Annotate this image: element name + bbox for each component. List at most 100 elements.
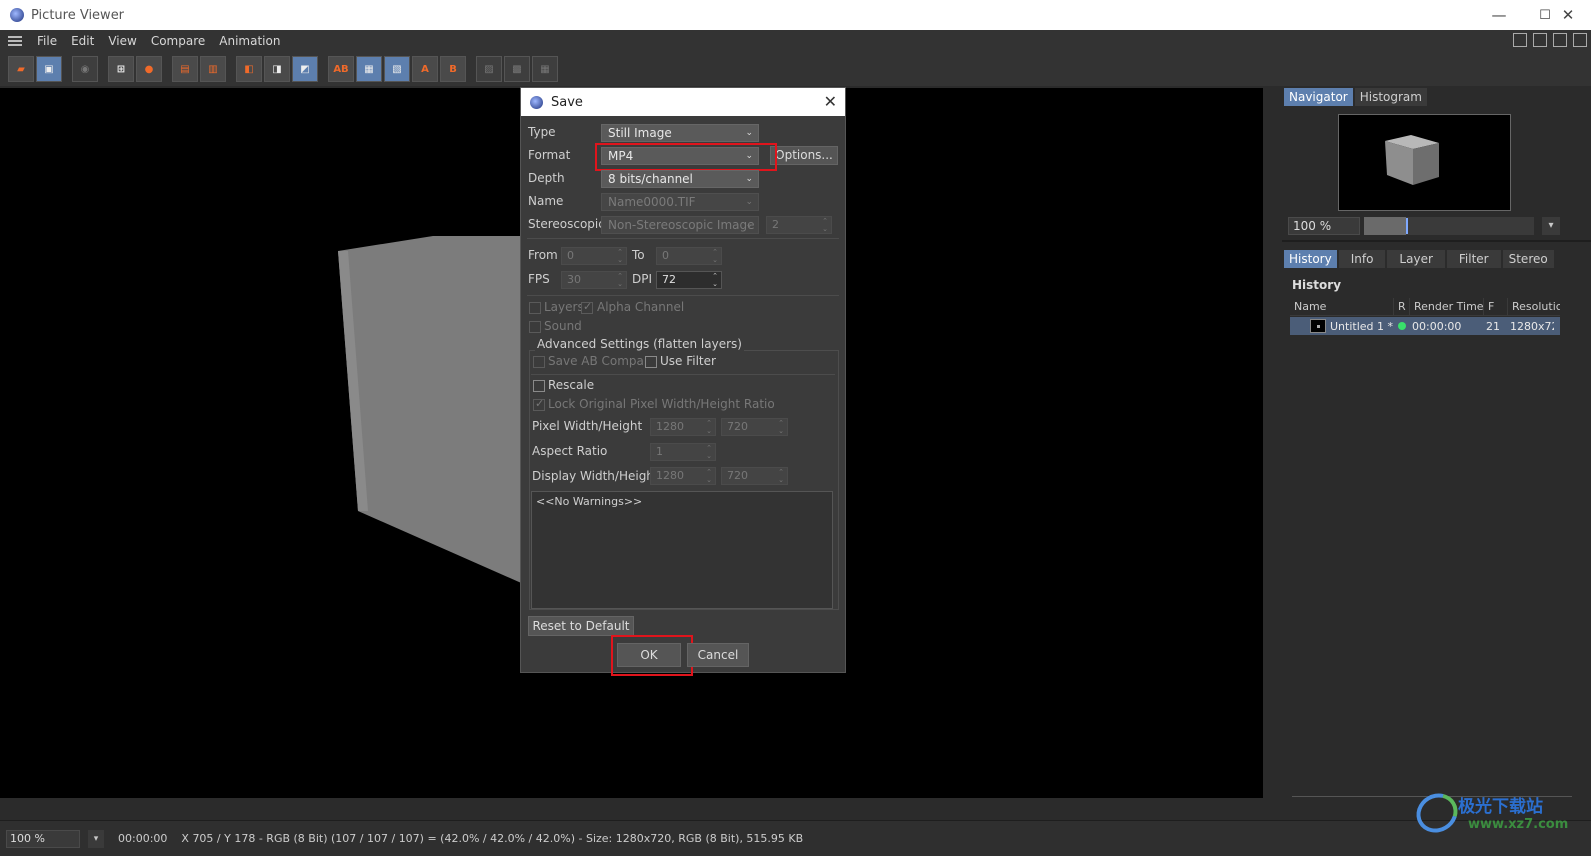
stepper-arrows-icon: ⌃ ⌄: [706, 419, 712, 435]
navigator-zoom-slider[interactable]: [1364, 217, 1534, 235]
grid-icon[interactable]: ▦: [532, 56, 558, 82]
name-value: Name0000.TIF: [608, 195, 696, 209]
alpha-channel-label: Alpha Channel: [597, 300, 685, 314]
pixel-width-value: 1280: [656, 420, 684, 433]
to-stepper[interactable]: 0 ⌃ ⌄: [656, 247, 722, 265]
display-width-stepper[interactable]: 1280 ⌃ ⌄: [650, 467, 716, 485]
cancel-button[interactable]: Cancel: [687, 643, 749, 667]
alpha-channel-checkbox[interactable]: [581, 300, 593, 314]
open-folder-icon[interactable]: ▰: [8, 56, 34, 82]
dialog-close-button[interactable]: ✕: [824, 92, 837, 111]
menu-animation[interactable]: Animation: [212, 34, 287, 48]
depth-select[interactable]: 8 bits/channel ⌄: [601, 170, 759, 188]
rescale-checkbox[interactable]: [533, 380, 545, 392]
stereoscopic-label: Stereoscopic: [528, 217, 605, 231]
save-icon[interactable]: ▣: [36, 56, 62, 82]
watermark-logo-icon: [1409, 786, 1465, 840]
reset-to-default-button[interactable]: Reset to Default: [528, 616, 634, 636]
menu-view[interactable]: View: [101, 34, 143, 48]
user-render-icon[interactable]: ●: [136, 56, 162, 82]
tab-history[interactable]: History: [1284, 250, 1337, 268]
type-label: Type: [528, 125, 556, 139]
table-row[interactable]: Untitled 1 * 00:00:00 21 1280x72: [1290, 317, 1560, 335]
tab-navigator[interactable]: Navigator: [1284, 88, 1353, 106]
display-height-stepper[interactable]: 720 ⌃ ⌄: [721, 467, 788, 485]
navigator-tabs: Navigator Histogram: [1284, 88, 1429, 106]
tab-filter[interactable]: Filter: [1446, 250, 1501, 268]
view-b-icon[interactable]: ◨: [264, 56, 290, 82]
expand-icon[interactable]: [1533, 33, 1547, 47]
stepper-arrows-icon: ⌃ ⌄: [822, 217, 828, 233]
menu-compare[interactable]: Compare: [144, 34, 212, 48]
chevron-down-icon[interactable]: ▾: [88, 829, 104, 848]
name-field[interactable]: Name0000.TIF ⌄: [601, 193, 759, 211]
fps-stepper[interactable]: 30 ⌃ ⌄: [561, 271, 627, 289]
paste-frame-icon[interactable]: ▥: [200, 56, 226, 82]
layers-checkbox[interactable]: [529, 302, 541, 314]
set-a-icon[interactable]: A: [412, 56, 438, 82]
dpi-stepper[interactable]: 72 ⌃ ⌄: [656, 271, 722, 289]
view-a-icon[interactable]: ◧: [236, 56, 262, 82]
ab-compare-icon[interactable]: AB: [328, 56, 354, 82]
display-width-value: 1280: [656, 469, 684, 482]
warnings-box: <<No Warnings>>: [531, 491, 833, 609]
col-name[interactable]: Name: [1290, 298, 1394, 315]
navigator-preview[interactable]: [1338, 114, 1511, 211]
split-b-icon[interactable]: ▧: [384, 56, 410, 82]
cinema4d-app-icon: [10, 8, 24, 22]
type-value: Still Image: [608, 126, 672, 140]
chevron-down-icon: ⌄: [745, 174, 753, 184]
sound-label: Sound: [544, 319, 582, 333]
aspect-ratio-stepper[interactable]: 1 ⌃ ⌄: [650, 443, 716, 461]
close-window-button[interactable]: ✕: [1545, 0, 1591, 30]
menu-edit[interactable]: Edit: [64, 34, 101, 48]
col-resolution[interactable]: Resolutic: [1508, 298, 1560, 315]
copy-frame-icon[interactable]: ▤: [172, 56, 198, 82]
minimize-button[interactable]: —: [1476, 0, 1522, 30]
save-ab-compare-checkbox[interactable]: [533, 356, 545, 368]
stereoscopic-select[interactable]: Non-Stereoscopic Image ⌄: [601, 216, 759, 234]
move-icon[interactable]: [1553, 33, 1567, 47]
region-render-icon[interactable]: ⊞: [108, 56, 134, 82]
depth-label: Depth: [528, 171, 565, 185]
from-stepper[interactable]: 0 ⌃ ⌄: [561, 247, 627, 265]
options-button[interactable]: Options...: [770, 146, 838, 165]
pixel-height-stepper[interactable]: 720 ⌃ ⌄: [721, 418, 788, 436]
watermark-text: 极光下载站: [1458, 797, 1543, 817]
set-b-icon[interactable]: B: [440, 56, 466, 82]
pin-icon[interactable]: [1573, 33, 1587, 47]
diff-icon[interactable]: ▨: [476, 56, 502, 82]
col-frame[interactable]: F: [1484, 298, 1508, 315]
swap-icon[interactable]: ▩: [504, 56, 530, 82]
stepper-arrows-icon: ⌃ ⌄: [778, 419, 784, 435]
dialog-title: Save: [551, 94, 583, 110]
type-select[interactable]: Still Image ⌄: [601, 124, 759, 142]
format-highlight-box: [595, 143, 777, 171]
tab-layer[interactable]: Layer: [1387, 250, 1445, 268]
stereo-count-stepper[interactable]: 2 ⌃ ⌄: [766, 216, 832, 234]
split-a-icon[interactable]: ▦: [356, 56, 382, 82]
navigator-zoom-input[interactable]: 100 %: [1288, 217, 1360, 235]
panel-toggle-icon[interactable]: [1513, 33, 1527, 47]
status-zoom-input[interactable]: 100 %: [6, 829, 80, 848]
panel-divider: [1282, 240, 1591, 242]
history-resolution: 1280x72: [1510, 319, 1554, 333]
chevron-down-icon[interactable]: ▾: [1542, 217, 1560, 235]
lock-ratio-checkbox[interactable]: [533, 397, 545, 411]
divider: [527, 295, 839, 296]
tab-stereo[interactable]: Stereo: [1502, 250, 1554, 268]
rescale-label: Rescale: [548, 378, 595, 392]
col-r[interactable]: R: [1394, 298, 1410, 315]
pixel-width-stepper[interactable]: 1280 ⌃ ⌄: [650, 418, 716, 436]
use-filter-checkbox[interactable]: [645, 356, 657, 368]
col-render-time[interactable]: Render Time: [1410, 298, 1484, 315]
stop-render-icon[interactable]: ◉: [72, 56, 98, 82]
hamburger-icon[interactable]: [8, 36, 22, 46]
menu-file[interactable]: File: [30, 34, 64, 48]
tab-histogram[interactable]: Histogram: [1354, 88, 1427, 106]
sound-checkbox[interactable]: [529, 321, 541, 333]
view-ab-icon[interactable]: ◩: [292, 56, 318, 82]
side-panel: Navigator Histogram 100 % ▾ History Info…: [1282, 88, 1591, 814]
tab-info[interactable]: Info: [1338, 250, 1386, 268]
format-label: Format: [528, 148, 571, 162]
